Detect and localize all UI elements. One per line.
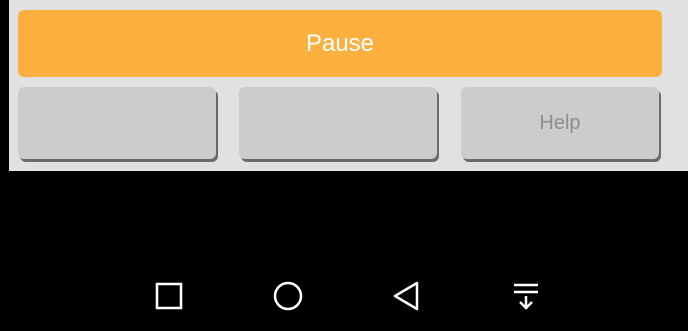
action-button-1[interactable]: [18, 87, 216, 159]
system-navigation-bar: [0, 171, 688, 331]
action-button-2[interactable]: [239, 87, 437, 159]
help-button[interactable]: Help: [461, 87, 659, 159]
recents-button[interactable]: [151, 278, 187, 314]
square-recents-icon: [154, 281, 184, 311]
pause-button[interactable]: Pause: [18, 10, 662, 77]
notification-pulldown-icon: [509, 279, 543, 313]
triangle-back-icon: [389, 279, 423, 313]
notification-pulldown-button[interactable]: [508, 278, 544, 314]
circle-home-icon: [271, 279, 305, 313]
home-button[interactable]: [270, 278, 306, 314]
screen: Pause Help: [0, 0, 688, 331]
back-button[interactable]: [388, 278, 424, 314]
